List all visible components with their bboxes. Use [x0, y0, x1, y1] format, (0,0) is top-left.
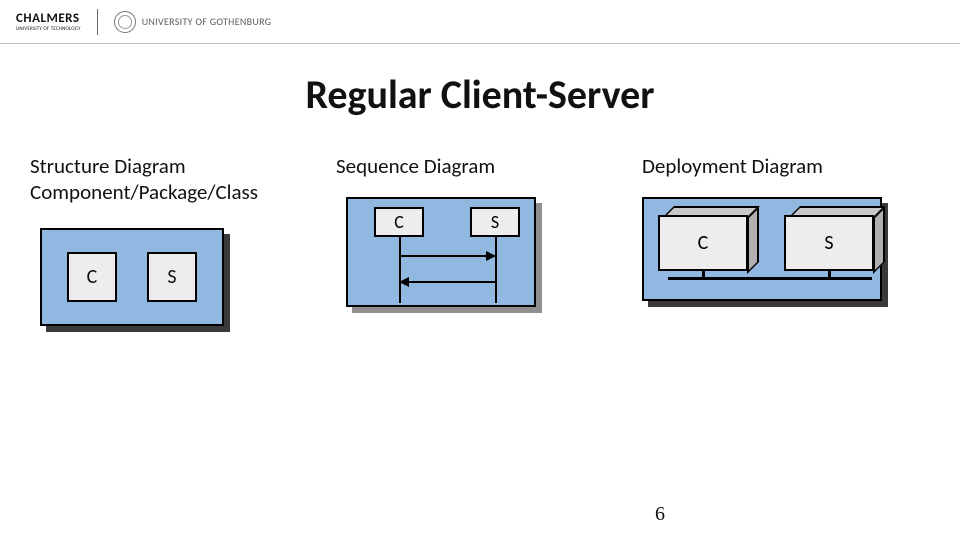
- diagram-row: Structure Diagram Component/Package/Clas…: [30, 153, 930, 326]
- gothenburg-seal-icon: [114, 11, 136, 33]
- slide-header: CHALMERS UNIVERSITY OF TECHNOLOGY Univer…: [0, 0, 960, 44]
- structure-title-line2: Component/Package/Class: [30, 179, 258, 205]
- structure-title-line1: Structure Diagram: [30, 153, 186, 179]
- structure-diagram: C S: [30, 228, 318, 326]
- sequence-column: Sequence Diagram C S: [336, 153, 624, 326]
- lifeline-line-server: [495, 237, 497, 303]
- node-server: S: [784, 215, 874, 271]
- deployment-column: Deployment Diagram C S: [642, 153, 930, 326]
- lifeline-client: C: [374, 207, 424, 237]
- sequence-diagram: C S: [336, 197, 624, 307]
- node-client: C: [658, 215, 748, 271]
- lifeline-server: S: [470, 207, 520, 237]
- lifeline-line-client: [399, 237, 401, 303]
- sequence-panel: C S: [346, 197, 536, 307]
- deployment-title: Deployment Diagram: [642, 153, 930, 179]
- deployment-link: [668, 277, 872, 280]
- node-client-label: C: [658, 215, 748, 271]
- deployment-diagram: C S: [642, 197, 930, 301]
- deployment-panel: C S: [642, 197, 882, 301]
- chalmers-wordmark: CHALMERS: [16, 11, 80, 26]
- gothenburg-text: University of Gothenburg: [142, 15, 272, 28]
- chalmers-subtitle: UNIVERSITY OF TECHNOLOGY: [16, 26, 81, 32]
- gothenburg-logo: University of Gothenburg: [114, 11, 272, 33]
- structure-column: Structure Diagram Component/Package/Clas…: [30, 153, 318, 326]
- sequence-title: Sequence Diagram: [336, 153, 624, 179]
- component-client: C: [67, 252, 117, 302]
- page-number: 6: [0, 503, 960, 526]
- node-server-label: S: [784, 215, 874, 271]
- message-c-to-s: [400, 255, 495, 257]
- structure-panel: C S: [40, 228, 224, 326]
- slide-title: Regular Client-Server: [0, 70, 960, 119]
- component-server: S: [147, 252, 197, 302]
- structure-title: Structure Diagram Component/Package/Clas…: [30, 153, 318, 206]
- chalmers-logo: CHALMERS UNIVERSITY OF TECHNOLOGY: [16, 11, 81, 32]
- header-divider: [97, 9, 98, 35]
- message-s-to-c: [400, 281, 495, 283]
